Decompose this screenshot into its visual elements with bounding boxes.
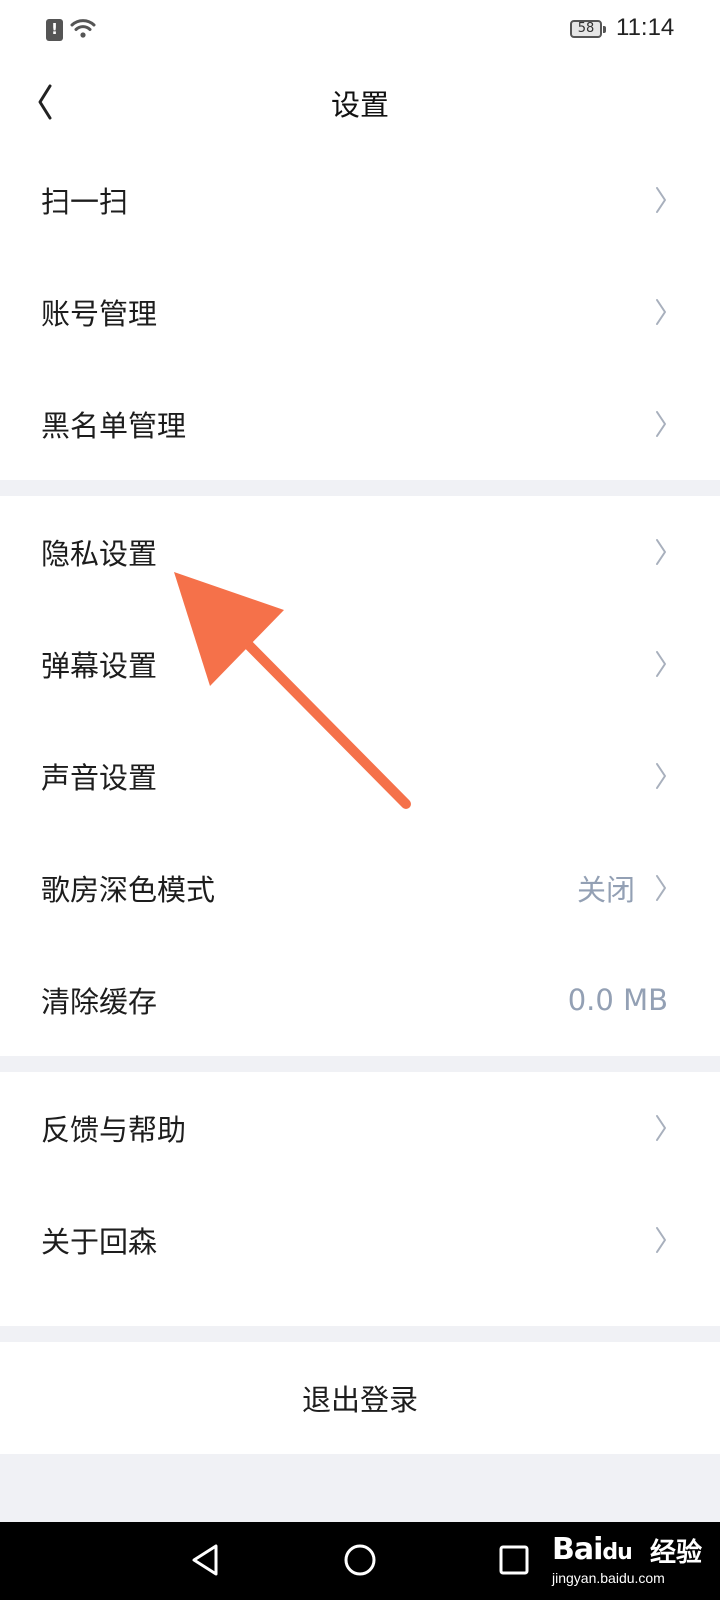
dark-mode-value: 关闭	[576, 873, 635, 907]
chevron-right-icon	[656, 1227, 666, 1253]
row-label: 关于回森	[41, 1225, 158, 1259]
chevron-right-icon	[656, 187, 666, 213]
page-title: 设置	[330, 88, 389, 122]
section-divider	[0, 1056, 720, 1072]
row-danmaku-settings[interactable]: 弹幕设置	[0, 608, 720, 720]
row-label: 清除缓存	[41, 985, 158, 1019]
wifi-icon	[70, 19, 96, 38]
row-dark-mode[interactable]: 歌房深色模式 关闭	[0, 832, 720, 944]
row-label: 扫一扫	[41, 185, 129, 219]
home-circle-icon[interactable]	[340, 1540, 380, 1580]
row-label: 声音设置	[41, 761, 158, 795]
chevron-right-icon	[656, 1115, 666, 1141]
row-account-management[interactable]: 账号管理	[0, 256, 720, 368]
header: 设置	[0, 60, 720, 144]
chevron-right-icon	[656, 763, 666, 789]
status-bar: 58 11:14	[0, 0, 720, 60]
row-sound-settings[interactable]: 声音设置	[0, 720, 720, 832]
bottom-spacer	[0, 1454, 720, 1522]
cache-size-value: 0.0 MB	[567, 983, 668, 1017]
row-privacy-settings[interactable]: 隐私设置	[0, 496, 720, 608]
baidu-jingyan-watermark: Baidu 经验 jingyan.baidu.com	[548, 1528, 714, 1590]
chevron-right-icon	[656, 411, 666, 437]
watermark-brand: 经验	[650, 1538, 703, 1568]
row-label: 弹幕设置	[41, 649, 158, 683]
logout-label: 退出登录	[301, 1383, 418, 1417]
settings-group-about: 反馈与帮助 关于回森	[0, 1072, 720, 1296]
chevron-right-icon	[656, 539, 666, 565]
row-clear-cache[interactable]: 清除缓存 0.0 MB	[0, 944, 720, 1056]
row-label: 黑名单管理	[41, 409, 187, 443]
watermark-url: jingyan.baidu.com	[552, 1570, 665, 1586]
settings-group-preferences: 隐私设置 弹幕设置 声音设置 歌房深色模式 关闭 清除缓存 0.0 MB	[0, 496, 720, 1056]
section-divider	[0, 1326, 720, 1342]
settings-group-account: 扫一扫 账号管理 黑名单管理	[0, 144, 720, 480]
back-triangle-icon[interactable]	[188, 1540, 224, 1580]
row-label: 反馈与帮助	[41, 1113, 187, 1147]
battery-icon: 58	[570, 20, 606, 38]
row-label: 歌房深色模式	[41, 873, 216, 907]
row-about[interactable]: 关于回森	[0, 1184, 720, 1296]
section-divider	[0, 480, 720, 496]
row-label: 账号管理	[41, 297, 158, 331]
row-blacklist-management[interactable]: 黑名单管理	[0, 368, 720, 480]
logout-button[interactable]: 退出登录	[0, 1342, 720, 1454]
row-label: 隐私设置	[41, 537, 158, 571]
alert-icon	[46, 19, 63, 41]
recents-square-icon[interactable]	[494, 1540, 534, 1580]
chevron-right-icon	[656, 299, 666, 325]
clock: 11:14	[616, 14, 675, 41]
watermark-logo: Baidu	[552, 1532, 633, 1567]
row-scan[interactable]: 扫一扫	[0, 144, 720, 256]
chevron-right-icon	[656, 875, 666, 901]
row-feedback-help[interactable]: 反馈与帮助	[0, 1072, 720, 1184]
chevron-right-icon	[656, 651, 666, 677]
